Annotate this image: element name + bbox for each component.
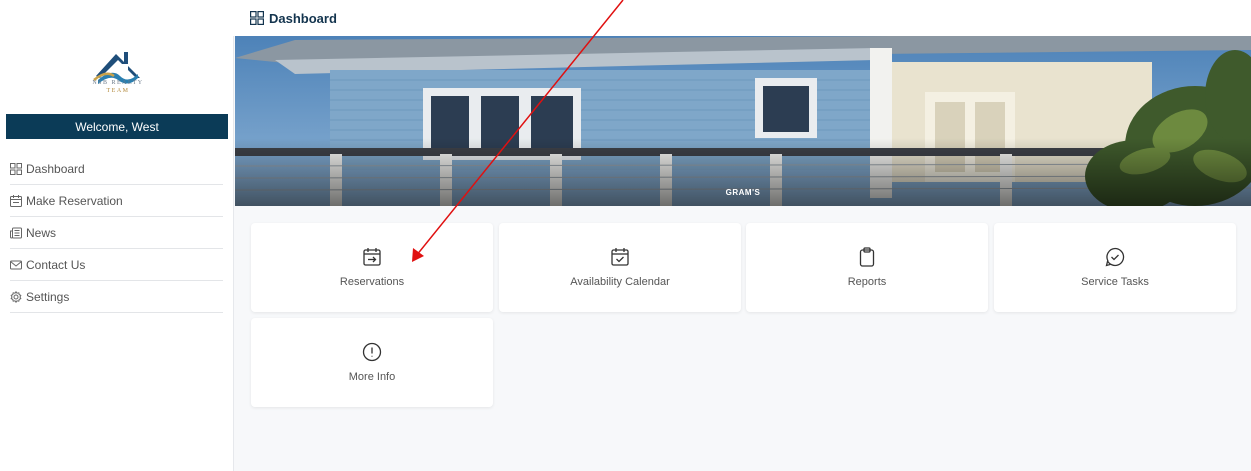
reservations-tile[interactable]: Reservations xyxy=(251,223,493,312)
sidebar-item-contact-us[interactable]: Contact Us xyxy=(10,249,223,281)
sidebar-item-news[interactable]: News xyxy=(10,217,223,249)
news-icon xyxy=(10,227,22,238)
calendar-check-icon xyxy=(611,248,629,266)
sidebar-item-label: Settings xyxy=(26,289,70,304)
mail-icon xyxy=(10,260,22,269)
tile-label: More Info xyxy=(348,371,396,383)
sidebar-item-make-reservation[interactable]: Make Reservation xyxy=(10,185,223,217)
sidebar-item-label: Dashboard xyxy=(26,161,85,176)
property-photo xyxy=(235,36,1251,206)
tile-label: Reservations xyxy=(339,276,405,288)
tile-label: Service Tasks xyxy=(1081,276,1149,288)
service-tasks-tile[interactable]: Service Tasks xyxy=(994,223,1236,312)
property-banner[interactable]: GRAM'S xyxy=(235,36,1251,206)
brand-text: NSB REALTY TEAM xyxy=(70,80,166,94)
property-name: GRAM'S xyxy=(725,188,761,197)
dashboard-grid-icon xyxy=(250,11,264,25)
dashboard-grid-icon xyxy=(10,162,22,175)
calendar-arrow-icon xyxy=(363,248,381,266)
clipboard-icon xyxy=(859,247,875,267)
sidebar-item-label: Make Reservation xyxy=(26,193,123,208)
page-header: Dashboard xyxy=(233,0,1251,36)
sidebar-item-label: News xyxy=(26,225,57,240)
tile-label: Availability Calendar xyxy=(570,276,670,288)
info-exclamation-icon xyxy=(362,342,382,362)
welcome-text: Welcome, West xyxy=(75,119,159,134)
brand-name: NSB REALTY xyxy=(92,80,144,86)
sidebar-nav: Dashboard Make Reservation News Contact … xyxy=(10,153,223,313)
sidebar-item-label: Contact Us xyxy=(26,257,86,272)
welcome-banner: Welcome, West xyxy=(6,114,228,139)
availability-calendar-tile[interactable]: Availability Calendar xyxy=(499,223,741,312)
sidebar: NSB REALTY TEAM Welcome, West Dashboard … xyxy=(0,0,234,471)
tile-label: Reports xyxy=(847,276,887,288)
nsb-realty-logo-icon xyxy=(93,52,140,84)
sidebar-item-settings[interactable]: Settings xyxy=(10,281,223,313)
check-circle-chat-icon xyxy=(1105,247,1125,267)
brand-subtitle: TEAM xyxy=(106,88,130,94)
more-info-tile[interactable]: More Info xyxy=(251,318,493,407)
gear-icon xyxy=(10,290,22,303)
calendar-icon xyxy=(10,194,22,207)
reports-tile[interactable]: Reports xyxy=(746,223,988,312)
page-title: Dashboard xyxy=(269,10,337,26)
sidebar-item-dashboard[interactable]: Dashboard xyxy=(10,153,223,185)
